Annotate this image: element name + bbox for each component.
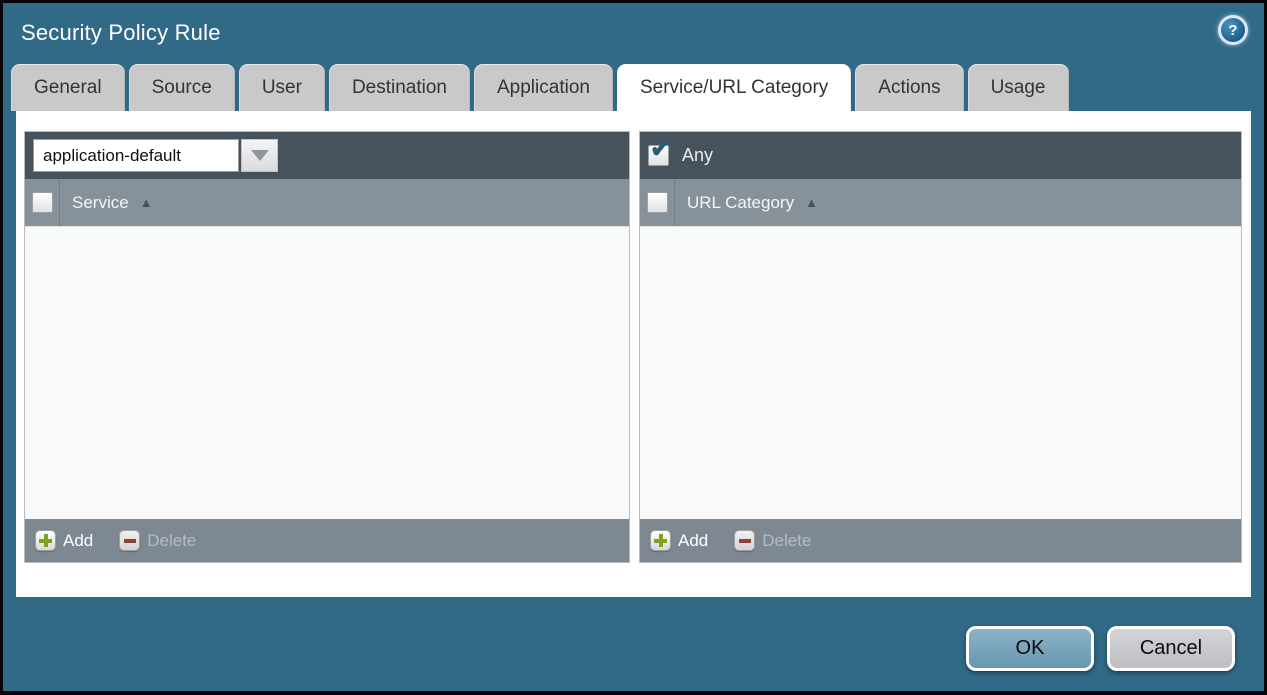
chevron-down-icon — [251, 150, 269, 161]
tab-source[interactable]: Source — [129, 64, 235, 111]
delete-icon — [119, 530, 140, 551]
dialog-title: Security Policy Rule — [21, 20, 221, 46]
tab-general[interactable]: General — [11, 64, 125, 111]
sort-asc-icon: ▲ — [140, 195, 153, 210]
tab-bar: General Source User Destination Applicat… — [3, 63, 1264, 111]
url-category-delete-label: Delete — [762, 531, 811, 551]
checkmark-icon: ✔ — [650, 137, 671, 162]
service-column-label: Service — [72, 193, 129, 213]
service-panel: application-default Service ▲ — [24, 131, 630, 563]
help-icon[interactable]: ? — [1218, 15, 1248, 45]
dialog-action-buttons: OK Cancel — [966, 626, 1235, 671]
service-panel-footer: Add Delete — [25, 519, 629, 562]
tab-application[interactable]: Application — [474, 64, 613, 111]
service-column-header-row: Service ▲ — [25, 179, 629, 226]
service-add-label: Add — [63, 531, 93, 551]
url-category-panel: ✔ Any URL Category ▲ Add — [639, 131, 1242, 563]
tab-actions[interactable]: Actions — [855, 64, 963, 111]
url-category-select-all-checkbox[interactable] — [647, 192, 668, 213]
tab-usage[interactable]: Usage — [968, 64, 1069, 111]
security-policy-rule-dialog: Security Policy Rule ? General Source Us… — [0, 0, 1267, 695]
service-mode-band: application-default — [25, 132, 629, 179]
service-select-all-checkbox[interactable] — [32, 192, 53, 213]
delete-icon — [734, 530, 755, 551]
tab-service-url-category[interactable]: Service/URL Category — [617, 64, 851, 111]
add-icon — [650, 530, 671, 551]
url-category-list-body — [640, 226, 1241, 519]
service-select-all-cell — [25, 179, 60, 226]
url-category-column-label: URL Category — [687, 193, 794, 213]
service-list-body — [25, 226, 629, 519]
url-category-column-header[interactable]: URL Category ▲ — [687, 193, 818, 213]
tab-destination[interactable]: Destination — [329, 64, 470, 111]
title-bar: Security Policy Rule ? — [3, 3, 1264, 63]
sort-asc-icon: ▲ — [805, 195, 818, 210]
url-category-any-checkbox[interactable]: ✔ — [648, 145, 669, 166]
url-category-add-label: Add — [678, 531, 708, 551]
service-delete-label: Delete — [147, 531, 196, 551]
url-category-delete-button[interactable]: Delete — [734, 530, 811, 551]
service-delete-button[interactable]: Delete — [119, 530, 196, 551]
url-category-any-band: ✔ Any — [640, 132, 1241, 179]
tab-user[interactable]: User — [239, 64, 325, 111]
add-icon — [35, 530, 56, 551]
tab-content-service-url-category: application-default Service ▲ — [16, 111, 1251, 597]
service-mode-dropdown-button[interactable] — [241, 139, 278, 172]
service-add-button[interactable]: Add — [35, 530, 93, 551]
service-mode-combobox[interactable]: application-default — [33, 139, 278, 172]
url-category-column-header-row: URL Category ▲ — [640, 179, 1241, 226]
cancel-button[interactable]: Cancel — [1107, 626, 1235, 671]
url-category-add-button[interactable]: Add — [650, 530, 708, 551]
service-column-header[interactable]: Service ▲ — [72, 193, 153, 213]
url-category-select-all-cell — [640, 179, 675, 226]
service-mode-value[interactable]: application-default — [33, 139, 239, 172]
ok-button[interactable]: OK — [966, 626, 1094, 671]
url-category-any-label: Any — [682, 145, 713, 166]
url-category-panel-footer: Add Delete — [640, 519, 1241, 562]
